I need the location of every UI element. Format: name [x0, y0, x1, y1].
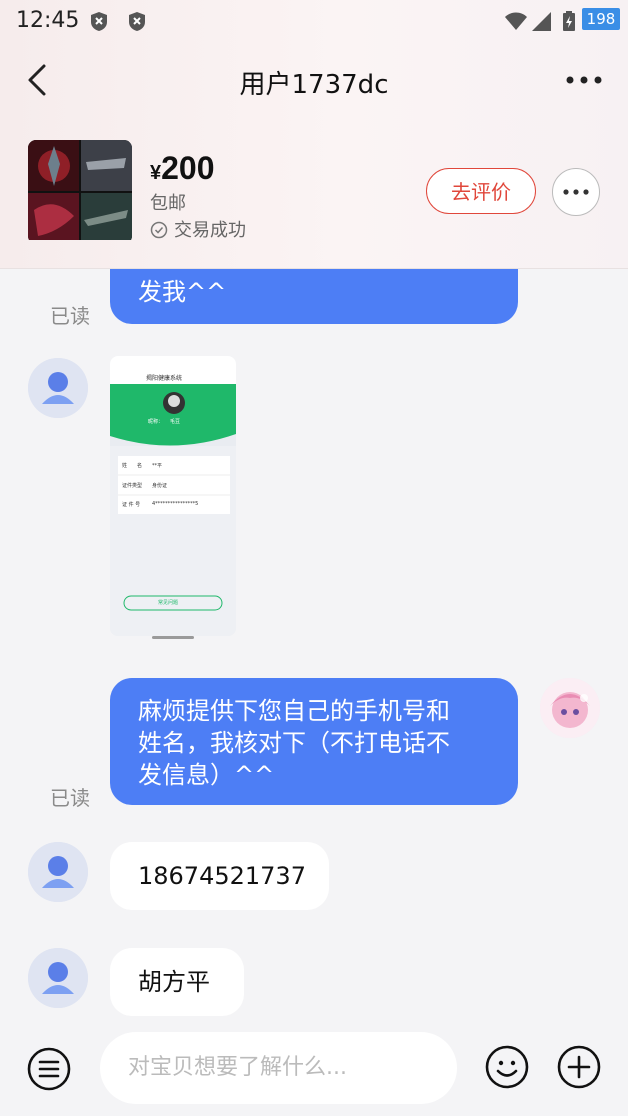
user-avatar-icon [28, 842, 88, 902]
page-title: 用户1737dc [239, 70, 389, 100]
image-scroll-handle [152, 636, 194, 639]
header-divider [0, 240, 628, 269]
image-app-title: 揭阳健康系统 [146, 375, 183, 382]
health-code-screenshot [110, 356, 236, 636]
check-circle-icon [150, 221, 168, 239]
trade-status: 交易成功 [150, 216, 246, 242]
message-line-3: 发信息）^^ [138, 761, 275, 789]
app-notification-icon-2 [129, 12, 145, 31]
composer-bar: 对宝贝想要了解什么... [0, 1030, 628, 1116]
avatar-other-user-2[interactable] [28, 842, 88, 902]
message-text: 发我^^ [138, 278, 227, 306]
signal-icon [532, 12, 551, 31]
image-nickname-label: 昵称： [148, 419, 164, 425]
status-time: 12:45 [16, 8, 80, 33]
product-more-button[interactable] [552, 168, 600, 216]
message-input[interactable]: 对宝贝想要了解什么... [100, 1032, 457, 1104]
avatar-other-user[interactable] [28, 358, 88, 418]
anime-avatar-icon [540, 678, 600, 738]
chat-bubble-incoming-2: 胡方平 [110, 948, 244, 1016]
app-notification-icon [91, 12, 107, 31]
emoji-icon[interactable] [484, 1044, 530, 1090]
chat-bubble-outgoing-2: 麻烦提供下您自己的手机号和 姓名，我核对下（不打电话不 发信息）^^ [110, 678, 518, 805]
message-text: 胡方平 [138, 968, 210, 996]
more-dots-icon [563, 189, 589, 195]
wifi-icon [505, 12, 527, 30]
more-options-icon[interactable] [564, 68, 604, 92]
image-field-idtype-label: 证件类型 [122, 483, 143, 489]
shipping-label: 包邮 [150, 193, 186, 214]
chat-bubble-incoming: 18674521737 [110, 842, 329, 910]
status-bar: 12:45 198 [0, 0, 628, 44]
image-field-idnum-label: 证 件 号 [122, 502, 141, 508]
battery-charging-icon [563, 11, 575, 31]
read-receipt-2: 已读 [50, 786, 90, 810]
currency-symbol: ¥ [150, 162, 162, 184]
nav-bar: 用户1737dc [0, 50, 628, 110]
image-field-name-value: **平 [152, 463, 163, 469]
trade-status-text: 交易成功 [174, 220, 246, 241]
user-avatar-icon [28, 948, 88, 1008]
avatar-self[interactable] [540, 678, 600, 738]
message-text: 18674521737 [138, 862, 306, 890]
read-receipt: 已读 [50, 304, 90, 328]
image-field-idtype-value: 身份证 [152, 483, 168, 489]
image-nickname-value: 毛豆 [170, 419, 181, 425]
battery-level-badge: 198 [582, 8, 620, 30]
image-faq-button: 常见问题 [158, 600, 179, 606]
message-line-1: 麻烦提供下您自己的手机号和 [138, 697, 450, 725]
image-message[interactable]: 揭阳健康系统 昵称： 毛豆 姓 名 **平 证件类型 身份证 证 件 号 4**… [110, 356, 236, 636]
image-field-idnum-value: 4****************5 [152, 501, 199, 507]
review-button[interactable]: 去评价 [426, 168, 536, 214]
image-field-name-label: 姓 名 [122, 463, 143, 469]
message-line-2: 姓名，我核对下（不打电话不 [138, 729, 450, 757]
avatar-other-user-3[interactable] [28, 948, 88, 1008]
product-thumbnail[interactable] [28, 140, 132, 244]
user-avatar-icon [28, 358, 88, 418]
plus-icon[interactable] [556, 1044, 602, 1090]
menu-icon[interactable] [26, 1046, 72, 1092]
price-value: 200 [161, 150, 215, 186]
product-price: ¥200 [150, 150, 215, 187]
